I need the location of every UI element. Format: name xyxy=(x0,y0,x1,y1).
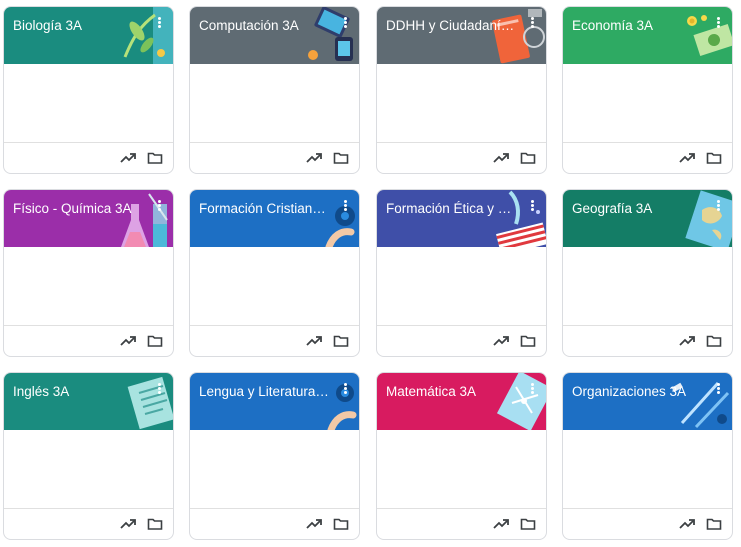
folder-icon[interactable] xyxy=(147,334,163,348)
course-body xyxy=(563,430,732,509)
more-vert-icon[interactable] xyxy=(339,199,351,215)
course-card[interactable]: Organizaciones 3A xyxy=(562,372,733,540)
course-banner[interactable]: Organizaciones 3A xyxy=(563,373,732,430)
trending-up-icon[interactable] xyxy=(679,151,695,165)
course-banner[interactable]: Inglés 3A xyxy=(4,373,173,430)
course-banner[interactable]: DDHH y Ciudadanía 3A xyxy=(377,7,546,64)
course-banner[interactable]: Biología 3A xyxy=(4,7,173,64)
course-title[interactable]: Lengua y Literatura 3A xyxy=(199,383,329,401)
more-vert-icon[interactable] xyxy=(339,382,351,398)
course-title[interactable]: Inglés 3A xyxy=(13,383,143,401)
course-banner[interactable]: Geografía 3A xyxy=(563,190,732,247)
course-body xyxy=(190,247,359,326)
course-card[interactable]: Físico - Química 3A xyxy=(3,189,174,357)
course-footer xyxy=(377,142,546,173)
course-title[interactable]: Formación Ética y Ci... xyxy=(386,200,516,218)
course-footer xyxy=(190,508,359,539)
trending-up-icon[interactable] xyxy=(120,151,136,165)
course-footer xyxy=(4,142,173,173)
course-title[interactable]: Biología 3A xyxy=(13,17,143,35)
trending-up-icon[interactable] xyxy=(306,334,322,348)
folder-icon[interactable] xyxy=(520,517,536,531)
course-body xyxy=(4,430,173,509)
course-title[interactable]: Formación Cristiana ... xyxy=(199,200,329,218)
course-banner[interactable]: Formación Ética y Ci... xyxy=(377,190,546,247)
course-card[interactable]: Lengua y Literatura 3A xyxy=(189,372,360,540)
course-body xyxy=(377,430,546,509)
course-body xyxy=(4,64,173,143)
folder-icon[interactable] xyxy=(333,334,349,348)
more-vert-icon[interactable] xyxy=(526,382,538,398)
more-vert-icon[interactable] xyxy=(339,16,351,32)
course-banner[interactable]: Lengua y Literatura 3A xyxy=(190,373,359,430)
more-vert-icon[interactable] xyxy=(712,199,724,215)
course-footer xyxy=(377,325,546,356)
course-body xyxy=(4,247,173,326)
course-banner[interactable]: Economía 3A xyxy=(563,7,732,64)
folder-icon[interactable] xyxy=(706,334,722,348)
course-banner[interactable]: Físico - Química 3A xyxy=(4,190,173,247)
trending-up-icon[interactable] xyxy=(306,517,322,531)
course-card[interactable]: Computación 3A xyxy=(189,6,360,174)
folder-icon[interactable] xyxy=(147,151,163,165)
course-grid: Biología 3A Computación 3A DDHH y Ciudad… xyxy=(0,0,741,547)
course-body xyxy=(377,247,546,326)
folder-icon[interactable] xyxy=(333,151,349,165)
course-banner[interactable]: Computación 3A xyxy=(190,7,359,64)
trending-up-icon[interactable] xyxy=(493,151,509,165)
course-card[interactable]: Geografía 3A xyxy=(562,189,733,357)
course-title[interactable]: Computación 3A xyxy=(199,17,329,35)
course-body xyxy=(377,64,546,143)
course-body xyxy=(563,64,732,143)
course-footer xyxy=(4,508,173,539)
course-footer xyxy=(377,508,546,539)
more-vert-icon[interactable] xyxy=(153,199,165,215)
folder-icon[interactable] xyxy=(147,517,163,531)
course-body xyxy=(190,430,359,509)
more-vert-icon[interactable] xyxy=(526,199,538,215)
course-title[interactable]: Geografía 3A xyxy=(572,200,702,218)
course-footer xyxy=(563,142,732,173)
course-title[interactable]: Organizaciones 3A xyxy=(572,383,702,401)
course-footer xyxy=(190,142,359,173)
course-footer xyxy=(190,325,359,356)
folder-icon[interactable] xyxy=(520,334,536,348)
trending-up-icon[interactable] xyxy=(679,517,695,531)
folder-icon[interactable] xyxy=(706,151,722,165)
more-vert-icon[interactable] xyxy=(712,382,724,398)
course-card[interactable]: Matemática 3A xyxy=(376,372,547,540)
course-body xyxy=(563,247,732,326)
folder-icon[interactable] xyxy=(333,517,349,531)
course-banner[interactable]: Matemática 3A xyxy=(377,373,546,430)
course-card[interactable]: Economía 3A xyxy=(562,6,733,174)
course-footer xyxy=(4,325,173,356)
course-card[interactable]: DDHH y Ciudadanía 3A xyxy=(376,6,547,174)
trending-up-icon[interactable] xyxy=(306,151,322,165)
course-footer xyxy=(563,508,732,539)
course-body xyxy=(190,64,359,143)
course-card[interactable]: Inglés 3A xyxy=(3,372,174,540)
course-card[interactable]: Formación Ética y Ci... xyxy=(376,189,547,357)
folder-icon[interactable] xyxy=(520,151,536,165)
trending-up-icon[interactable] xyxy=(679,334,695,348)
course-title[interactable]: Físico - Química 3A xyxy=(13,200,143,218)
course-title[interactable]: Economía 3A xyxy=(572,17,702,35)
more-vert-icon[interactable] xyxy=(526,16,538,32)
trending-up-icon[interactable] xyxy=(120,517,136,531)
more-vert-icon[interactable] xyxy=(712,16,724,32)
trending-up-icon[interactable] xyxy=(120,334,136,348)
course-footer xyxy=(563,325,732,356)
course-banner[interactable]: Formación Cristiana ... xyxy=(190,190,359,247)
course-title[interactable]: Matemática 3A xyxy=(386,383,516,401)
course-card[interactable]: Biología 3A xyxy=(3,6,174,174)
more-vert-icon[interactable] xyxy=(153,16,165,32)
course-card[interactable]: Formación Cristiana ... xyxy=(189,189,360,357)
course-title[interactable]: DDHH y Ciudadanía 3A xyxy=(386,17,516,35)
trending-up-icon[interactable] xyxy=(493,334,509,348)
more-vert-icon[interactable] xyxy=(153,382,165,398)
trending-up-icon[interactable] xyxy=(493,517,509,531)
folder-icon[interactable] xyxy=(706,517,722,531)
